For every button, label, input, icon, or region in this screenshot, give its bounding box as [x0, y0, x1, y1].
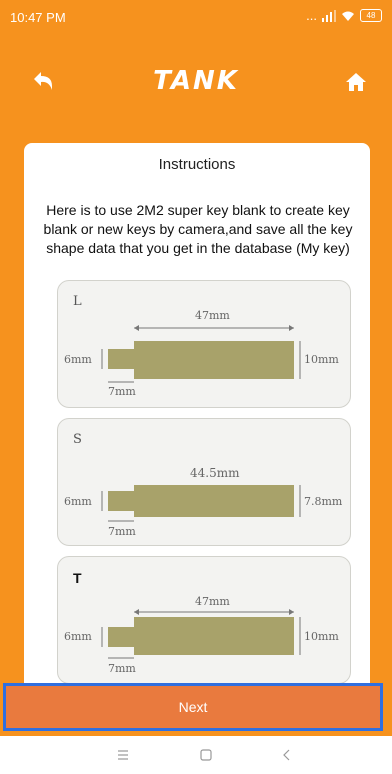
key-tip	[108, 491, 134, 511]
wifi-icon	[342, 11, 354, 21]
home-button[interactable]	[342, 68, 370, 96]
key-tip-length-label: 7mm	[108, 525, 136, 538]
key-drawing	[101, 325, 301, 383]
back-nav-button[interactable]	[276, 744, 298, 766]
key-body-height-label: 7.8mm	[304, 495, 343, 508]
home-nav-button[interactable]	[195, 744, 217, 766]
key-length-label: 47mm	[195, 309, 230, 322]
key-drawing	[101, 609, 301, 659]
instructions-card: Instructions Here is to use 2M2 super ke…	[24, 143, 370, 683]
instructions-text: Here is to use 2M2 super key blank to cr…	[43, 202, 353, 256]
next-button[interactable]: Next	[3, 683, 383, 731]
signal-icon	[322, 9, 336, 22]
key-drawing	[101, 485, 301, 522]
app-header: TANK	[0, 36, 392, 126]
system-nav-bar	[0, 736, 392, 774]
key-body-height-label: 10mm	[304, 353, 339, 366]
key-body	[134, 341, 294, 379]
key-tip-length-label: 7mm	[108, 662, 136, 675]
card-title: Instructions	[158, 156, 236, 173]
key-tip-height-label: 6mm	[64, 353, 92, 366]
key-tip-length-label: 7mm	[108, 385, 136, 398]
dots-icon: ...	[306, 8, 317, 23]
back-triangle-icon	[283, 749, 290, 761]
key-tip-height-label: 6mm	[64, 495, 92, 508]
key-diagram-t: T 47mm 6mm 10mm 7mm	[57, 556, 351, 683]
key-body	[134, 485, 294, 517]
status-bar: 10:47 PM ... 48	[0, 0, 392, 36]
battery-icon: 48	[360, 9, 382, 22]
key-tip	[108, 627, 134, 647]
home-square-icon	[200, 749, 212, 761]
status-time: 10:47 PM	[10, 10, 66, 25]
key-body	[134, 617, 294, 655]
menu-icon	[118, 750, 128, 760]
menu-nav-button[interactable]	[112, 744, 134, 766]
key-diagram-s: S 44.5mm 6mm 7.8mm 7mm	[57, 418, 351, 546]
key-length-label: 47mm	[195, 595, 230, 608]
home-icon	[346, 73, 366, 91]
key-tip	[108, 349, 134, 369]
app-title: TANK	[153, 66, 239, 96]
status-icons: ... 48	[306, 8, 382, 23]
key-diagram-l: L 47mm 6mm 10mm 7mm	[57, 280, 351, 408]
key-body-height-label: 10mm	[304, 630, 339, 643]
key-length-label: 44.5mm	[190, 466, 240, 480]
key-tip-height-label: 6mm	[64, 630, 92, 643]
